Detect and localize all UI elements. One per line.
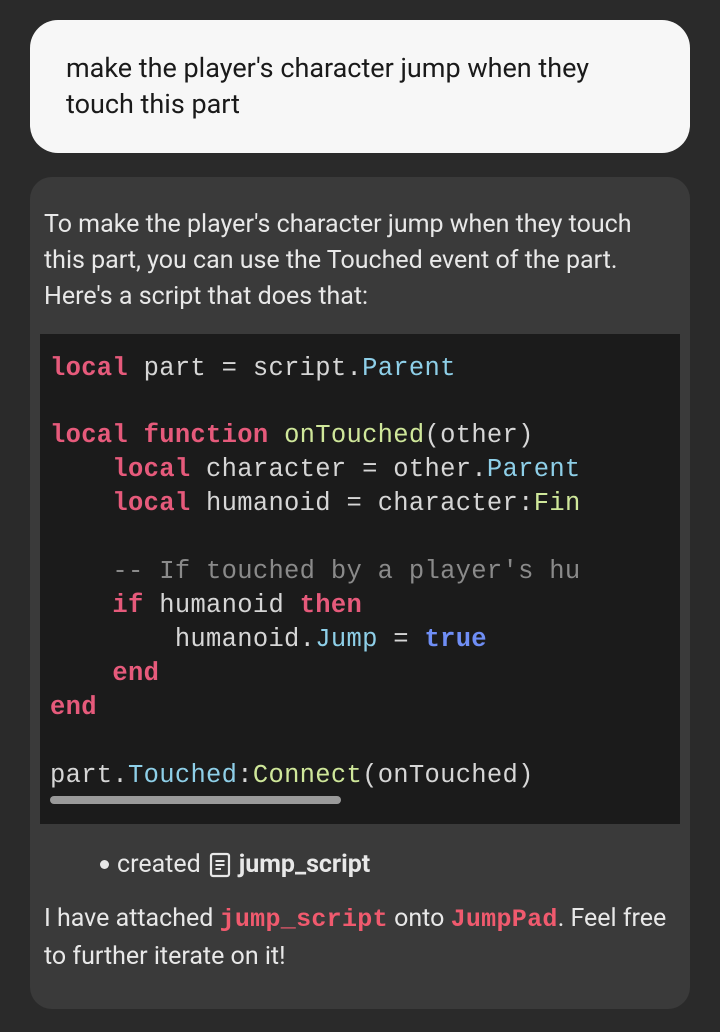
code-block[interactable]: local part = script.Parent local functio… [40,334,680,825]
bullet-icon [100,860,109,869]
script-icon [209,852,231,878]
script-ref[interactable]: jump_script [220,905,388,934]
object-ref[interactable]: JumpPad [451,905,558,934]
created-script-name[interactable]: jump_script [239,850,371,879]
kw-local: local [50,421,128,450]
kw-local: local [50,354,128,383]
user-message-bubble: make the player's character jump when th… [30,20,690,153]
kw-function: function [144,421,269,450]
assistant-message-bubble: To make the player's character jump when… [30,177,690,1009]
code-comment: -- If touched by a player's hu [112,557,580,586]
assistant-outro-text: I have attached jump_script onto JumpPad… [40,901,680,975]
kw-then: then [300,591,362,620]
kw-if: if [112,591,143,620]
user-message-text: make the player's character jump when th… [66,52,589,120]
kw-end: end [50,693,97,722]
created-row: created jump_script [40,824,680,901]
kw-end: end [112,659,159,688]
created-label: created [117,850,201,879]
kw-true: true [425,625,487,654]
assistant-intro-text: To make the player's character jump when… [40,207,680,334]
scrollbar-thumb[interactable] [50,796,341,804]
code-horizontal-scrollbar[interactable] [50,796,670,806]
